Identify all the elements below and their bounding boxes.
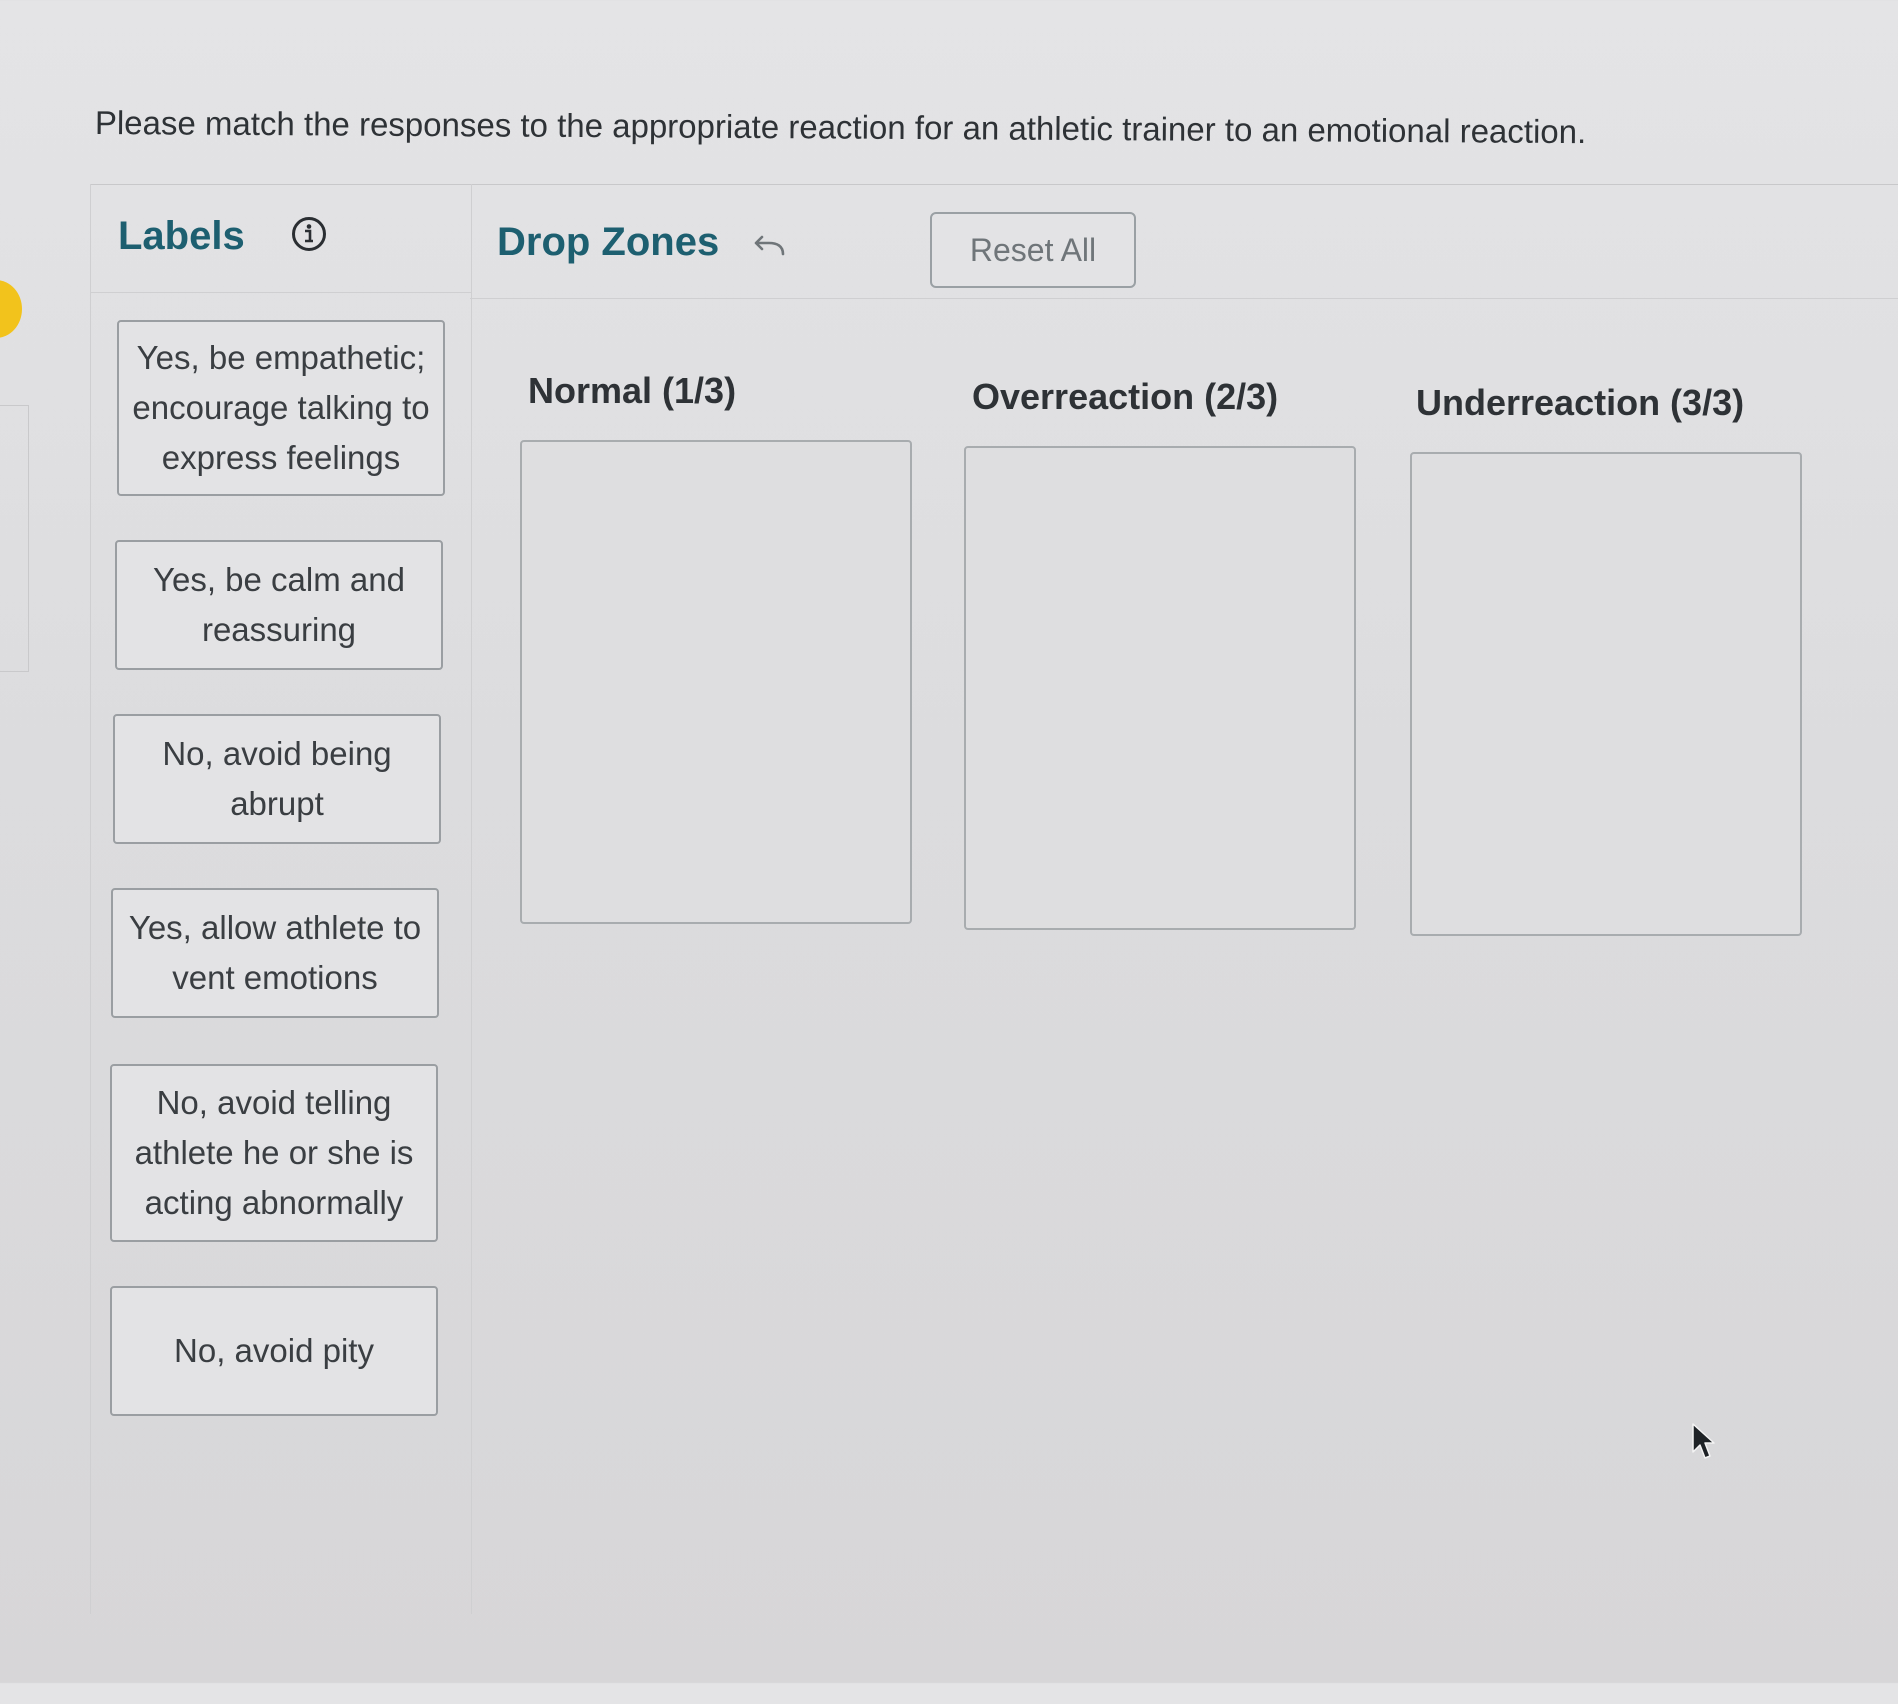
label-card-text: No, avoid pity [174, 1332, 374, 1369]
zone-title-underreaction: Underreaction (3/3) [1416, 382, 1745, 423]
drop-zone-underreaction[interactable] [1410, 452, 1802, 936]
undo-arrow-icon[interactable] [752, 234, 786, 260]
labels-header: Labels [91, 184, 471, 293]
mouse-pointer-icon [1692, 1423, 1715, 1459]
zone-title-normal: Normal (1/3) [528, 370, 737, 411]
label-card[interactable]: No, avoid telling athlete he or she is a… [110, 1064, 438, 1242]
label-card-text: No, avoid telling athlete he or she is a… [134, 1084, 414, 1221]
label-card[interactable]: Yes, be empathetic; encourage talking to… [117, 320, 445, 496]
label-card[interactable]: No, avoid being abrupt [113, 714, 441, 844]
label-card[interactable]: Yes, allow athlete to vent emotions [111, 888, 439, 1018]
reset-all-button[interactable]: Reset All [930, 212, 1136, 288]
question-instruction: Please match the responses to the approp… [94, 104, 1587, 151]
drop-zone-overreaction[interactable] [964, 446, 1356, 930]
info-circle-icon[interactable] [291, 216, 327, 252]
zone-title-overreaction: Overreaction (2/3) [972, 376, 1279, 417]
label-card-text: Yes, allow athlete to vent emotions [128, 909, 422, 996]
label-card-text: Yes, be calm and reassuring [153, 561, 405, 648]
label-card-text: Yes, be empathetic; encourage talking to… [132, 339, 430, 476]
labels-title: Labels [118, 214, 245, 258]
drop-zone-normal[interactable] [520, 440, 912, 924]
drop-zones-title: Drop Zones [497, 220, 720, 264]
matching-panel: Labels Yes, be empathetic; encourage tal… [90, 184, 1898, 1704]
side-indicator-dot [0, 280, 22, 338]
label-card[interactable]: No, avoid pity [110, 1286, 438, 1416]
labels-column: Labels Yes, be empathetic; encourage tal… [90, 184, 472, 1614]
side-edge-panel [0, 405, 29, 672]
label-card-text: No, avoid being abrupt [162, 735, 392, 822]
drop-zones-header: Drop Zones Reset All [470, 184, 1898, 299]
label-card[interactable]: Yes, be calm and reassuring [115, 540, 443, 670]
